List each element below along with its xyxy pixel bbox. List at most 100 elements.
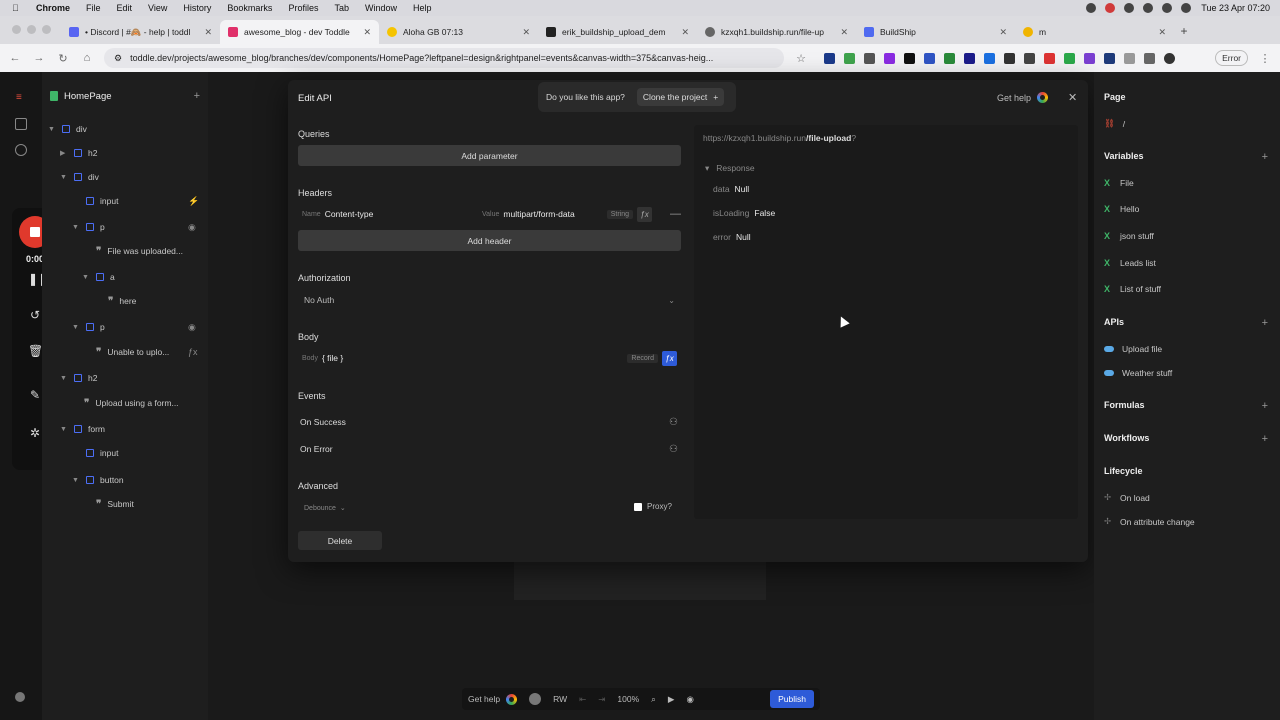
browser-tab[interactable]: Aloha GB 07:13 ✕ xyxy=(379,20,538,44)
clone-project-button[interactable]: Clone the project + xyxy=(636,88,725,106)
extensions-puzzle-icon[interactable] xyxy=(1124,52,1135,64)
chevron-down-icon[interactable]: ▼ xyxy=(82,274,90,281)
variable-item[interactable]: X Leads list xyxy=(1104,258,1156,268)
browser-tab[interactable]: erik_buildship_upload_dem ✕ xyxy=(538,20,697,44)
pencil-icon[interactable]: ✎ xyxy=(28,388,42,402)
record-status-icon[interactable] xyxy=(1105,3,1116,13)
extension-icon[interactable] xyxy=(1104,52,1115,64)
add-parameter-button[interactable]: Add parameter xyxy=(298,145,681,166)
extension-icon[interactable] xyxy=(1084,52,1095,64)
browser-tab-active[interactable]: awesome_blog - dev Toddle ✕ xyxy=(220,20,379,44)
home-icon[interactable]: ⌂ xyxy=(80,52,94,64)
workflow-icon[interactable]: ⚇ xyxy=(669,444,678,455)
on-error-event[interactable]: On Error ⚇ xyxy=(300,442,678,456)
close-window-button[interactable] xyxy=(12,25,21,34)
play-icon[interactable]: ▶ xyxy=(668,694,675,705)
debounce-select[interactable]: Debounce ⌄ xyxy=(298,499,418,517)
maximize-window-button[interactable] xyxy=(42,25,51,34)
lifecycle-item[interactable]: ✢ On load xyxy=(1104,492,1150,503)
on-success-event[interactable]: On Success ⚇ xyxy=(300,415,678,429)
effects-icon[interactable]: ✲ xyxy=(28,426,42,440)
get-help-button[interactable]: Get help xyxy=(997,92,1049,103)
settings-status-icon[interactable] xyxy=(1124,3,1135,13)
publish-button[interactable]: Publish xyxy=(770,690,814,708)
wifi-icon[interactable] xyxy=(1086,3,1097,13)
help-circle-icon[interactable] xyxy=(15,692,25,702)
reload-icon[interactable]: ↻ xyxy=(56,52,70,65)
proxy-checkbox[interactable] xyxy=(634,502,642,511)
add-workflow-icon[interactable]: + xyxy=(1262,433,1268,445)
zoom-level[interactable]: 100% xyxy=(617,694,639,704)
tree-node[interactable]: ❞ here xyxy=(108,294,136,308)
chevron-down-icon[interactable]: ▼ xyxy=(60,174,68,181)
forward-icon[interactable]: → xyxy=(32,52,46,64)
extension-icon[interactable] xyxy=(904,52,915,64)
rw-badge[interactable]: RW xyxy=(553,694,567,704)
tree-node[interactable]: ▼ div xyxy=(48,122,87,136)
browser-tab[interactable]: kzxqh1.buildship.run/file-up ✕ xyxy=(697,20,856,44)
chevron-right-icon[interactable]: ▶ xyxy=(60,149,68,157)
preview-icon[interactable]: ◉ xyxy=(686,694,693,705)
response-toggle[interactable]: ▾ Response xyxy=(705,163,755,174)
extension-icon[interactable] xyxy=(884,52,895,64)
toddle-logo-icon[interactable]: ≡ xyxy=(16,92,22,103)
api-item[interactable]: Upload file xyxy=(1104,344,1162,354)
zoom-icon[interactable]: ⌕ xyxy=(651,694,656,705)
chevron-down-icon[interactable]: ▼ xyxy=(72,477,80,484)
menu-history[interactable]: History xyxy=(183,3,211,13)
tree-node[interactable]: ❞ Upload using a form... xyxy=(84,396,179,410)
variable-item[interactable]: X List of stuff xyxy=(1104,284,1161,294)
menu-window[interactable]: Window xyxy=(365,3,397,13)
browser-tab[interactable]: BuildShip ✕ xyxy=(856,20,1015,44)
menu-bookmarks[interactable]: Bookmarks xyxy=(227,3,272,13)
extension-icon[interactable] xyxy=(844,52,855,64)
menu-edit[interactable]: Edit xyxy=(117,3,133,13)
lightning-icon[interactable]: ⚡ xyxy=(188,196,199,207)
tree-node[interactable]: ▼ h2 xyxy=(60,371,97,385)
tree-node[interactable]: ▼ button xyxy=(72,473,124,487)
header-value-field[interactable]: Value multipart/form-data String ƒx xyxy=(478,205,656,223)
formula-icon[interactable]: ƒx xyxy=(662,350,677,366)
trash-icon[interactable]: 🗑 xyxy=(28,344,43,358)
add-variable-icon[interactable]: + xyxy=(1262,151,1268,163)
components-icon[interactable] xyxy=(15,144,27,156)
menu-tab[interactable]: Tab xyxy=(334,3,349,13)
pages-icon[interactable] xyxy=(15,118,27,130)
variable-item[interactable]: X Hello xyxy=(1104,204,1139,214)
tree-node[interactable]: input xyxy=(72,446,118,460)
chevron-down-icon[interactable]: ▼ xyxy=(60,375,68,382)
browser-menu-icon[interactable]: ⋮ xyxy=(1258,52,1272,65)
new-tab-button[interactable]: + xyxy=(1174,24,1194,38)
page-route[interactable]: ⛓ / xyxy=(1104,118,1125,129)
extension-icon[interactable] xyxy=(1004,52,1015,64)
close-tab-icon[interactable]: ✕ xyxy=(1158,27,1166,38)
tree-node[interactable]: ❞ File was uploaded... xyxy=(96,244,183,258)
tree-node[interactable]: ▼ form xyxy=(60,422,105,436)
extension-icon[interactable] xyxy=(984,52,995,64)
request-url[interactable]: https://kzxqh1.buildship.run/file-upload… xyxy=(703,133,856,143)
menu-chrome[interactable]: Chrome xyxy=(36,3,70,13)
api-item[interactable]: Weather stuff xyxy=(1104,368,1172,378)
cloud-status-icon[interactable] xyxy=(1143,3,1154,13)
lifecycle-item[interactable]: ✢ On attribute change xyxy=(1104,516,1195,527)
site-info-icon[interactable]: ⚙ xyxy=(114,53,122,64)
add-header-button[interactable]: Add header xyxy=(298,230,681,251)
profile-avatar[interactable] xyxy=(1164,52,1175,64)
eye-icon[interactable]: ◉ xyxy=(188,322,196,333)
side-panel-icon[interactable] xyxy=(1144,52,1155,64)
menu-bar-clock[interactable]: Tue 23 Apr 07:20 xyxy=(1201,3,1270,13)
minimize-window-button[interactable] xyxy=(27,25,36,34)
authorization-select[interactable]: No Auth ⌄ xyxy=(298,291,681,309)
extension-icon[interactable] xyxy=(1044,52,1055,64)
close-tab-icon[interactable]: ✕ xyxy=(681,27,689,38)
battery-icon[interactable] xyxy=(1162,3,1173,13)
menu-view[interactable]: View xyxy=(148,3,167,13)
undo-icon[interactable]: ⇤ xyxy=(579,694,586,705)
chevron-down-icon[interactable]: ▼ xyxy=(72,224,80,231)
browser-tab[interactable]: m ✕ xyxy=(1015,20,1174,44)
remove-header-icon[interactable]: — xyxy=(670,208,681,220)
tree-node[interactable]: input ⚡ xyxy=(72,194,200,208)
tree-node[interactable]: ▼ p ◉ xyxy=(72,220,200,234)
get-help-link[interactable]: Get help xyxy=(468,694,500,704)
error-chip[interactable]: Error xyxy=(1215,50,1248,66)
